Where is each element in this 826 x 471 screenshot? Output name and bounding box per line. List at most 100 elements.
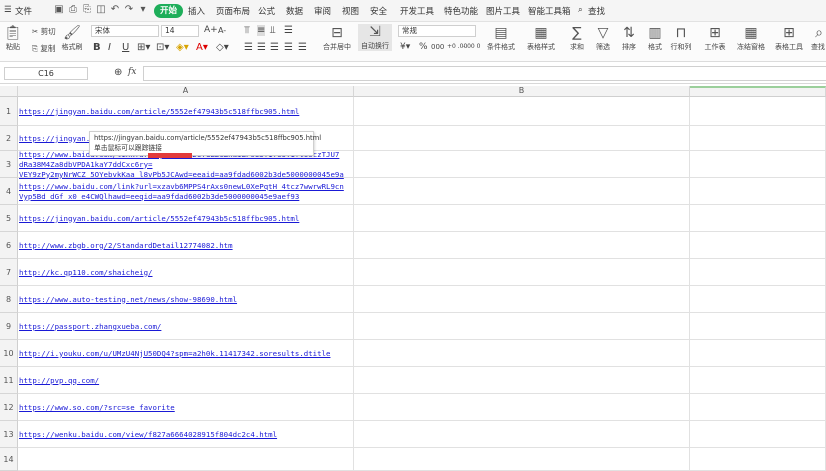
grow-font-button[interactable]: A+ [204, 25, 218, 35]
column-header-c[interactable] [690, 86, 826, 97]
shrink-font-button[interactable]: A- [218, 26, 226, 35]
tab-developer[interactable]: 开发工具 [400, 5, 434, 17]
clear-icon[interactable]: ◇▾ [216, 42, 229, 53]
formula-input[interactable] [143, 66, 826, 81]
align-left-icon[interactable]: ☰ [244, 42, 253, 53]
customize-icon[interactable]: ▾ [137, 4, 149, 16]
hyperlink[interactable]: https://www.so.com/?src=se_favorite [19, 403, 353, 413]
format-painter-button[interactable]: 🖌︎ 格式刷 [60, 25, 84, 52]
row-header[interactable]: 3 [0, 151, 18, 178]
justify-icon[interactable]: ☰ [284, 42, 293, 53]
sort-button[interactable]: ⇅ 排序 [618, 25, 640, 52]
cell-c[interactable] [690, 205, 826, 232]
name-box[interactable]: C16 [4, 67, 88, 80]
font-color-icon[interactable]: A▾ [196, 42, 208, 53]
row-header[interactable]: 13 [0, 421, 18, 448]
hyperlink[interactable]: Vyp5Bd_dGf_x0_e4CWQlhawd=eeqid=aa9fdad60… [19, 192, 353, 202]
cell-c[interactable] [690, 313, 826, 340]
cell-c[interactable] [690, 97, 826, 126]
row-header[interactable]: 10 [0, 340, 18, 367]
row-header[interactable]: 5 [0, 205, 18, 232]
cell-b[interactable] [354, 178, 690, 205]
hyperlink[interactable]: https://jingyan.baidu.com/article/5552ef… [19, 214, 353, 224]
menu-icon[interactable]: ☰ [4, 5, 12, 15]
table-style-button[interactable]: ▦ 表格样式 [522, 25, 560, 52]
hyperlink[interactable]: http://www.zbgb.org/2/StandardDetail1277… [19, 241, 353, 251]
bold-button[interactable]: B [93, 42, 101, 53]
align-middle-icon[interactable]: ≡ [257, 25, 266, 36]
hyperlink[interactable]: https://www.baidu.com/link?url=xzavb6MPP… [19, 182, 353, 192]
sum-button[interactable]: ∑ 求和 [566, 25, 588, 52]
merge-center-button[interactable]: ⊟ 合并居中 [320, 25, 354, 52]
hyperlink[interactable]: https://wenku.baidu.com/view/f827a666402… [19, 430, 353, 440]
tab-view[interactable]: 视图 [342, 5, 359, 17]
cell-style-icon[interactable]: ⊡▾ [156, 42, 169, 53]
tab-picture-tools[interactable]: 图片工具 [486, 5, 520, 17]
cell-b[interactable] [354, 232, 690, 259]
save-icon[interactable]: ▣ [53, 4, 65, 16]
tab-security[interactable]: 安全 [370, 5, 387, 17]
print-icon[interactable]: ⎘ [81, 4, 93, 16]
tab-home[interactable]: 开始 [154, 4, 184, 18]
cell-c[interactable] [690, 178, 826, 205]
cell-b[interactable] [354, 367, 690, 394]
cell-c[interactable] [690, 421, 826, 448]
tab-smart-toolbox[interactable]: 智能工具箱 [528, 5, 571, 17]
thousands-button[interactable]: 000 [431, 43, 444, 51]
row-header[interactable]: 9 [0, 313, 18, 340]
hyperlink[interactable]: http://i.youku.com/u/UMzU4NjU50DQ4?spm=a… [19, 349, 353, 359]
cell-c[interactable] [690, 394, 826, 421]
row-header[interactable]: 1 [0, 97, 18, 126]
cell-b[interactable] [354, 97, 690, 126]
zoom-cell-icon[interactable]: ⊕ [114, 67, 122, 78]
underline-button[interactable]: U [122, 42, 129, 53]
copy-button[interactable]: ⎘ 复制 [32, 43, 55, 54]
redo-icon[interactable]: ↷ [123, 4, 135, 16]
align-right-icon[interactable]: ☰ [270, 42, 279, 53]
select-all-corner[interactable] [0, 86, 18, 97]
cell-b[interactable] [354, 394, 690, 421]
hyperlink[interactable]: http://kc.qp110.com/shaicheig/ [19, 268, 353, 278]
wrap-text-button[interactable]: ⇲ 自动换行 [358, 24, 392, 51]
hyperlink[interactable]: http://pvp.qq.com/ [19, 376, 353, 386]
undo-icon[interactable]: ↶ [109, 4, 121, 16]
print-setup-icon[interactable]: ◫ [95, 4, 107, 16]
cell-b[interactable] [354, 286, 690, 313]
cell-b[interactable] [354, 313, 690, 340]
paste-button[interactable]: 📋︎ 粘贴 [4, 25, 22, 52]
freeze-panes-button[interactable]: ▦ 冻结窗格 [734, 25, 768, 52]
row-header[interactable]: 12 [0, 394, 18, 421]
percent-button[interactable]: % [419, 42, 428, 52]
row-header[interactable]: 7 [0, 259, 18, 286]
tab-insert[interactable]: 插入 [188, 5, 205, 17]
print-preview-icon[interactable]: ⎙ [67, 4, 79, 16]
cell-b[interactable] [354, 259, 690, 286]
row-header[interactable]: 4 [0, 178, 18, 205]
align-top-icon[interactable]: ⫪ [244, 25, 250, 36]
cell-c[interactable] [690, 340, 826, 367]
file-menu[interactable]: 文件 [15, 5, 32, 17]
format-button[interactable]: ▥ 格式 [644, 25, 666, 52]
tab-page-layout[interactable]: 页面布局 [216, 5, 250, 17]
cell-b[interactable] [354, 151, 690, 178]
tab-features[interactable]: 特色功能 [444, 5, 478, 17]
cell-c[interactable] [690, 232, 826, 259]
table-tools-button[interactable]: ⊞ 表格工具 [772, 25, 806, 52]
cell-c[interactable] [690, 367, 826, 394]
font-name-select[interactable]: 宋体 [91, 25, 159, 37]
hyperlink[interactable]: https://www.auto-testing.net/news/show-9… [19, 295, 353, 305]
cell-c[interactable] [690, 151, 826, 178]
cell-b[interactable] [354, 126, 690, 151]
cell-b[interactable] [354, 340, 690, 367]
hyperlink[interactable]: dRa38M4Za8dbVPDA1kaY7ddCxc6ry= [19, 160, 353, 170]
cell-b[interactable] [354, 421, 690, 448]
row-header[interactable]: 8 [0, 286, 18, 313]
row-header[interactable]: 14 [0, 448, 18, 471]
search-command[interactable]: 查找 [588, 5, 605, 17]
tab-review[interactable]: 审阅 [314, 5, 331, 17]
border-icon[interactable]: ⊞▾ [137, 42, 150, 53]
number-format-select[interactable]: 常规 [398, 25, 476, 37]
cell-a[interactable] [18, 448, 354, 471]
indent-icon[interactable]: ☰ [284, 25, 293, 36]
row-col-button[interactable]: ⊓ 行和列 [668, 25, 694, 52]
